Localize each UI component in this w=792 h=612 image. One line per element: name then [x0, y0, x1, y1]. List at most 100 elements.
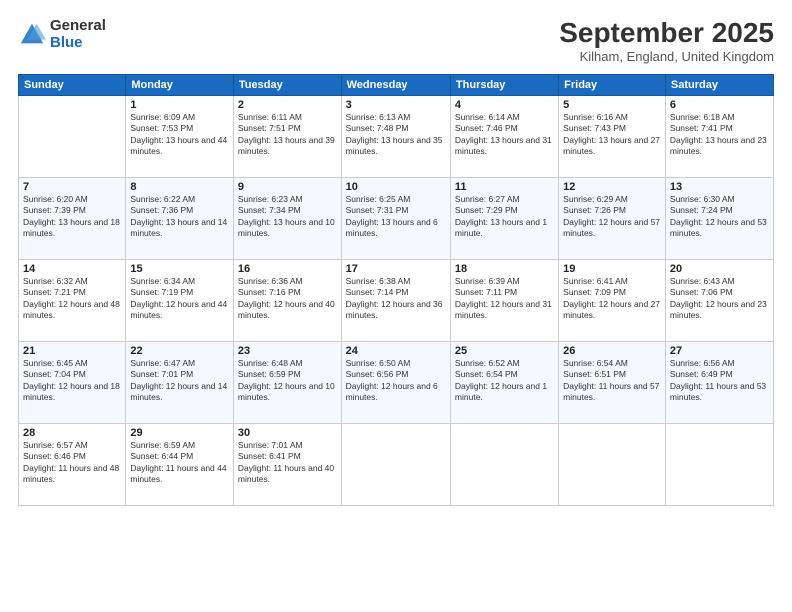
calendar-cell: 2Sunrise: 6:11 AMSunset: 7:51 PMDaylight…	[233, 95, 341, 177]
day-number: 13	[670, 181, 769, 193]
day-info: Sunrise: 6:16 AMSunset: 7:43 PMDaylight:…	[563, 112, 661, 158]
logo-blue-text: Blue	[50, 35, 106, 52]
day-info: Sunrise: 6:52 AMSunset: 6:54 PMDaylight:…	[455, 358, 554, 404]
day-info: Sunrise: 6:20 AMSunset: 7:39 PMDaylight:…	[23, 194, 121, 240]
calendar-cell: 7Sunrise: 6:20 AMSunset: 7:39 PMDaylight…	[19, 177, 126, 259]
day-info: Sunrise: 6:11 AMSunset: 7:51 PMDaylight:…	[238, 112, 337, 158]
page-header: General Blue September 2025 Kilham, Engl…	[18, 18, 774, 64]
day-info: Sunrise: 6:32 AMSunset: 7:21 PMDaylight:…	[23, 276, 121, 322]
day-info: Sunrise: 6:59 AMSunset: 6:44 PMDaylight:…	[130, 440, 229, 486]
day-info: Sunrise: 6:47 AMSunset: 7:01 PMDaylight:…	[130, 358, 229, 404]
day-number: 15	[130, 263, 229, 275]
calendar-cell: 25Sunrise: 6:52 AMSunset: 6:54 PMDayligh…	[450, 341, 558, 423]
day-number: 7	[23, 181, 121, 193]
day-info: Sunrise: 6:18 AMSunset: 7:41 PMDaylight:…	[670, 112, 769, 158]
calendar-cell: 8Sunrise: 6:22 AMSunset: 7:36 PMDaylight…	[126, 177, 234, 259]
day-number: 19	[563, 263, 661, 275]
calendar-cell: 5Sunrise: 6:16 AMSunset: 7:43 PMDaylight…	[559, 95, 666, 177]
calendar-cell	[665, 423, 773, 505]
day-info: Sunrise: 7:01 AMSunset: 6:41 PMDaylight:…	[238, 440, 337, 486]
day-number: 5	[563, 99, 661, 111]
day-info: Sunrise: 6:56 AMSunset: 6:49 PMDaylight:…	[670, 358, 769, 404]
day-number: 8	[130, 181, 229, 193]
month-title: September 2025	[559, 18, 774, 49]
day-info: Sunrise: 6:34 AMSunset: 7:19 PMDaylight:…	[130, 276, 229, 322]
calendar-cell: 22Sunrise: 6:47 AMSunset: 7:01 PMDayligh…	[126, 341, 234, 423]
day-number: 30	[238, 427, 337, 439]
col-monday: Monday	[126, 74, 234, 95]
week-row-4: 21Sunrise: 6:45 AMSunset: 7:04 PMDayligh…	[19, 341, 774, 423]
day-number: 3	[346, 99, 446, 111]
logo-general-text: General	[50, 18, 106, 35]
calendar-cell: 26Sunrise: 6:54 AMSunset: 6:51 PMDayligh…	[559, 341, 666, 423]
title-block: September 2025 Kilham, England, United K…	[559, 18, 774, 64]
day-info: Sunrise: 6:13 AMSunset: 7:48 PMDaylight:…	[346, 112, 446, 158]
day-number: 27	[670, 345, 769, 357]
calendar-cell: 1Sunrise: 6:09 AMSunset: 7:53 PMDaylight…	[126, 95, 234, 177]
week-row-1: 1Sunrise: 6:09 AMSunset: 7:53 PMDaylight…	[19, 95, 774, 177]
calendar-cell	[559, 423, 666, 505]
calendar-cell: 9Sunrise: 6:23 AMSunset: 7:34 PMDaylight…	[233, 177, 341, 259]
calendar-cell: 6Sunrise: 6:18 AMSunset: 7:41 PMDaylight…	[665, 95, 773, 177]
calendar-cell: 30Sunrise: 7:01 AMSunset: 6:41 PMDayligh…	[233, 423, 341, 505]
calendar-cell: 17Sunrise: 6:38 AMSunset: 7:14 PMDayligh…	[341, 259, 450, 341]
day-info: Sunrise: 6:36 AMSunset: 7:16 PMDaylight:…	[238, 276, 337, 322]
col-saturday: Saturday	[665, 74, 773, 95]
week-row-3: 14Sunrise: 6:32 AMSunset: 7:21 PMDayligh…	[19, 259, 774, 341]
day-number: 28	[23, 427, 121, 439]
calendar-header-row: Sunday Monday Tuesday Wednesday Thursday…	[19, 74, 774, 95]
calendar-cell	[450, 423, 558, 505]
calendar-cell: 24Sunrise: 6:50 AMSunset: 6:56 PMDayligh…	[341, 341, 450, 423]
calendar-cell: 29Sunrise: 6:59 AMSunset: 6:44 PMDayligh…	[126, 423, 234, 505]
calendar-cell: 3Sunrise: 6:13 AMSunset: 7:48 PMDaylight…	[341, 95, 450, 177]
day-info: Sunrise: 6:43 AMSunset: 7:06 PMDaylight:…	[670, 276, 769, 322]
day-number: 14	[23, 263, 121, 275]
logo-icon	[18, 21, 46, 49]
day-number: 12	[563, 181, 661, 193]
day-info: Sunrise: 6:41 AMSunset: 7:09 PMDaylight:…	[563, 276, 661, 322]
calendar-cell: 28Sunrise: 6:57 AMSunset: 6:46 PMDayligh…	[19, 423, 126, 505]
calendar-cell: 14Sunrise: 6:32 AMSunset: 7:21 PMDayligh…	[19, 259, 126, 341]
location: Kilham, England, United Kingdom	[559, 49, 774, 64]
week-row-5: 28Sunrise: 6:57 AMSunset: 6:46 PMDayligh…	[19, 423, 774, 505]
calendar-table: Sunday Monday Tuesday Wednesday Thursday…	[18, 74, 774, 506]
calendar-cell: 20Sunrise: 6:43 AMSunset: 7:06 PMDayligh…	[665, 259, 773, 341]
logo: General Blue	[18, 18, 106, 51]
day-number: 23	[238, 345, 337, 357]
day-info: Sunrise: 6:38 AMSunset: 7:14 PMDaylight:…	[346, 276, 446, 322]
calendar-cell: 21Sunrise: 6:45 AMSunset: 7:04 PMDayligh…	[19, 341, 126, 423]
day-info: Sunrise: 6:30 AMSunset: 7:24 PMDaylight:…	[670, 194, 769, 240]
day-number: 16	[238, 263, 337, 275]
day-number: 25	[455, 345, 554, 357]
col-wednesday: Wednesday	[341, 74, 450, 95]
calendar-cell: 19Sunrise: 6:41 AMSunset: 7:09 PMDayligh…	[559, 259, 666, 341]
col-sunday: Sunday	[19, 74, 126, 95]
col-friday: Friday	[559, 74, 666, 95]
day-info: Sunrise: 6:27 AMSunset: 7:29 PMDaylight:…	[455, 194, 554, 240]
day-number: 4	[455, 99, 554, 111]
day-number: 9	[238, 181, 337, 193]
day-number: 1	[130, 99, 229, 111]
calendar-cell: 15Sunrise: 6:34 AMSunset: 7:19 PMDayligh…	[126, 259, 234, 341]
calendar-cell: 27Sunrise: 6:56 AMSunset: 6:49 PMDayligh…	[665, 341, 773, 423]
col-thursday: Thursday	[450, 74, 558, 95]
calendar-cell: 11Sunrise: 6:27 AMSunset: 7:29 PMDayligh…	[450, 177, 558, 259]
calendar-cell: 18Sunrise: 6:39 AMSunset: 7:11 PMDayligh…	[450, 259, 558, 341]
col-tuesday: Tuesday	[233, 74, 341, 95]
calendar-cell: 10Sunrise: 6:25 AMSunset: 7:31 PMDayligh…	[341, 177, 450, 259]
day-info: Sunrise: 6:57 AMSunset: 6:46 PMDaylight:…	[23, 440, 121, 486]
day-info: Sunrise: 6:14 AMSunset: 7:46 PMDaylight:…	[455, 112, 554, 158]
day-info: Sunrise: 6:22 AMSunset: 7:36 PMDaylight:…	[130, 194, 229, 240]
day-number: 21	[23, 345, 121, 357]
day-number: 6	[670, 99, 769, 111]
day-info: Sunrise: 6:48 AMSunset: 6:59 PMDaylight:…	[238, 358, 337, 404]
calendar-cell: 23Sunrise: 6:48 AMSunset: 6:59 PMDayligh…	[233, 341, 341, 423]
day-number: 24	[346, 345, 446, 357]
day-number: 10	[346, 181, 446, 193]
day-info: Sunrise: 6:09 AMSunset: 7:53 PMDaylight:…	[130, 112, 229, 158]
day-info: Sunrise: 6:39 AMSunset: 7:11 PMDaylight:…	[455, 276, 554, 322]
day-number: 2	[238, 99, 337, 111]
day-number: 18	[455, 263, 554, 275]
day-info: Sunrise: 6:54 AMSunset: 6:51 PMDaylight:…	[563, 358, 661, 404]
day-info: Sunrise: 6:25 AMSunset: 7:31 PMDaylight:…	[346, 194, 446, 240]
